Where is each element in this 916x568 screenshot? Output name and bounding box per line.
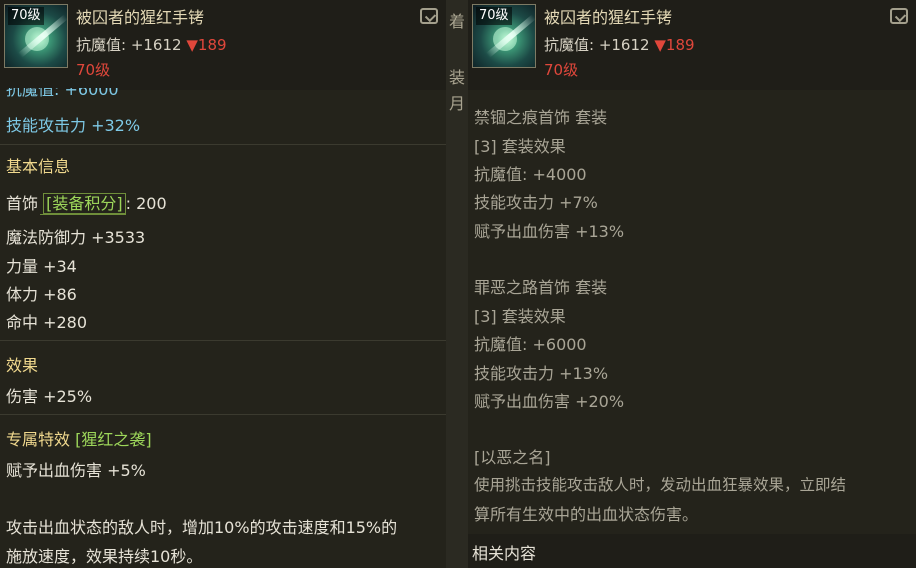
set2-effect-label: [3] 套装效果 (474, 307, 566, 326)
set2-resist-stat: 抗魔值: +6000 (474, 335, 587, 354)
set-skill-desc-line-1: 使用挑击技能攻击敌人时，发动出血狂暴效果，立即结 (474, 476, 847, 494)
set1-bleed-stat: 赋予出血伤害 +13% (474, 222, 625, 241)
strength-stat: 力量 +34 (6, 257, 77, 276)
exclusive-name[interactable]: [猩红之袭] (75, 430, 152, 449)
set2-skill-stat: 技能攻击力 +13% (474, 364, 609, 383)
set1-effect-label: [3] 套装效果 (474, 137, 566, 156)
divider (0, 340, 446, 341)
magic-resist-label: 抗魔值: +1612 (544, 36, 650, 54)
exclusive-title: 专属特效 (6, 430, 71, 449)
exclusive-desc-line-1: 攻击出血状态的敌人时，增加10%的攻击速度和15%的 (6, 518, 398, 537)
set-skill-name: [以恶之名] (474, 448, 551, 467)
equipment-score-value: : 200 (125, 194, 167, 213)
set2-title: 罪恶之路首饰 套装 (474, 278, 608, 297)
magic-resist-stat: 抗魔值: +1612 ▼189 (544, 34, 695, 55)
basic-info-title: 基本信息 (6, 157, 71, 176)
equipment-score-link[interactable]: [装备积分] (43, 193, 126, 214)
item-name: 被囚者的猩红手铐 (76, 8, 205, 27)
magic-resist-delta: ▼189 (654, 36, 695, 54)
magic-resist-delta: ▼189 (186, 36, 227, 54)
set1-skill-stat: 技能攻击力 +7% (474, 193, 598, 212)
set2-bleed-stat: 赋予出血伤害 +20% (474, 392, 625, 411)
vitality-stat: 体力 +86 (6, 285, 77, 304)
exclusive-effect-row: 专属特效 [猩红之袭] (6, 426, 152, 450)
compare-icon[interactable] (890, 8, 908, 24)
item-level-badge: 70级 (8, 7, 44, 25)
background-text: 着 (448, 12, 465, 31)
score-underline (40, 214, 126, 215)
required-level: 70级 (76, 61, 111, 79)
effect-title: 效果 (6, 356, 39, 375)
clipped-stat-line: 抗魔值: +6000 (6, 88, 119, 98)
compare-icon[interactable] (420, 8, 438, 24)
item-tooltip-right: 70级 被囚者的猩红手铐 抗魔值: +1612 ▼189 70级 禁锢之痕首饰 … (468, 0, 916, 568)
magic-defense-stat: 魔法防御力 +3533 (6, 228, 146, 247)
background-text: 装 (448, 68, 465, 87)
equipment-score-row: 首饰 [装备积分]: 200 (6, 190, 167, 214)
tooltip-header: 70级 被囚者的猩红手铐 抗魔值: +1612 ▼189 70级 (468, 0, 916, 90)
slot-label: 首饰 (6, 194, 39, 213)
hit-stat: 命中 +280 (6, 313, 88, 332)
item-tooltip-left: 70级 被囚者的猩红手铐 抗魔值: +1612 ▼189 70级 抗魔值: +6… (0, 0, 446, 568)
bleed-damage-stat: 赋予出血伤害 +5% (6, 461, 146, 480)
divider (0, 144, 446, 145)
skill-attack-stat: 技能攻击力 +32% (6, 116, 141, 135)
divider (0, 414, 446, 415)
damage-stat: 伤害 +25% (6, 387, 93, 406)
set-skill-desc-line-2: 算所有生效中的出血状态伤害。 (474, 505, 699, 524)
item-level-badge: 70级 (476, 7, 512, 25)
magic-resist-stat: 抗魔值: +1612 ▼189 (76, 34, 227, 55)
set1-title: 禁锢之痕首饰 套装 (474, 108, 608, 127)
tooltip-header: 70级 被囚者的猩红手铐 抗魔值: +1612 ▼189 70级 (0, 0, 446, 90)
magic-resist-label: 抗魔值: +1612 (76, 36, 182, 54)
item-name: 被囚者的猩红手铐 (544, 8, 673, 27)
related-content-link[interactable]: 相关内容 (472, 540, 536, 564)
background-text: 月 (448, 94, 465, 113)
item-icon[interactable]: 70级 (4, 4, 68, 68)
set1-resist-stat: 抗魔值: +4000 (474, 165, 587, 184)
exclusive-desc-line-2: 施放速度，效果持续10秒。 (6, 547, 203, 566)
required-level: 70级 (544, 61, 579, 79)
item-icon[interactable]: 70级 (472, 4, 536, 68)
